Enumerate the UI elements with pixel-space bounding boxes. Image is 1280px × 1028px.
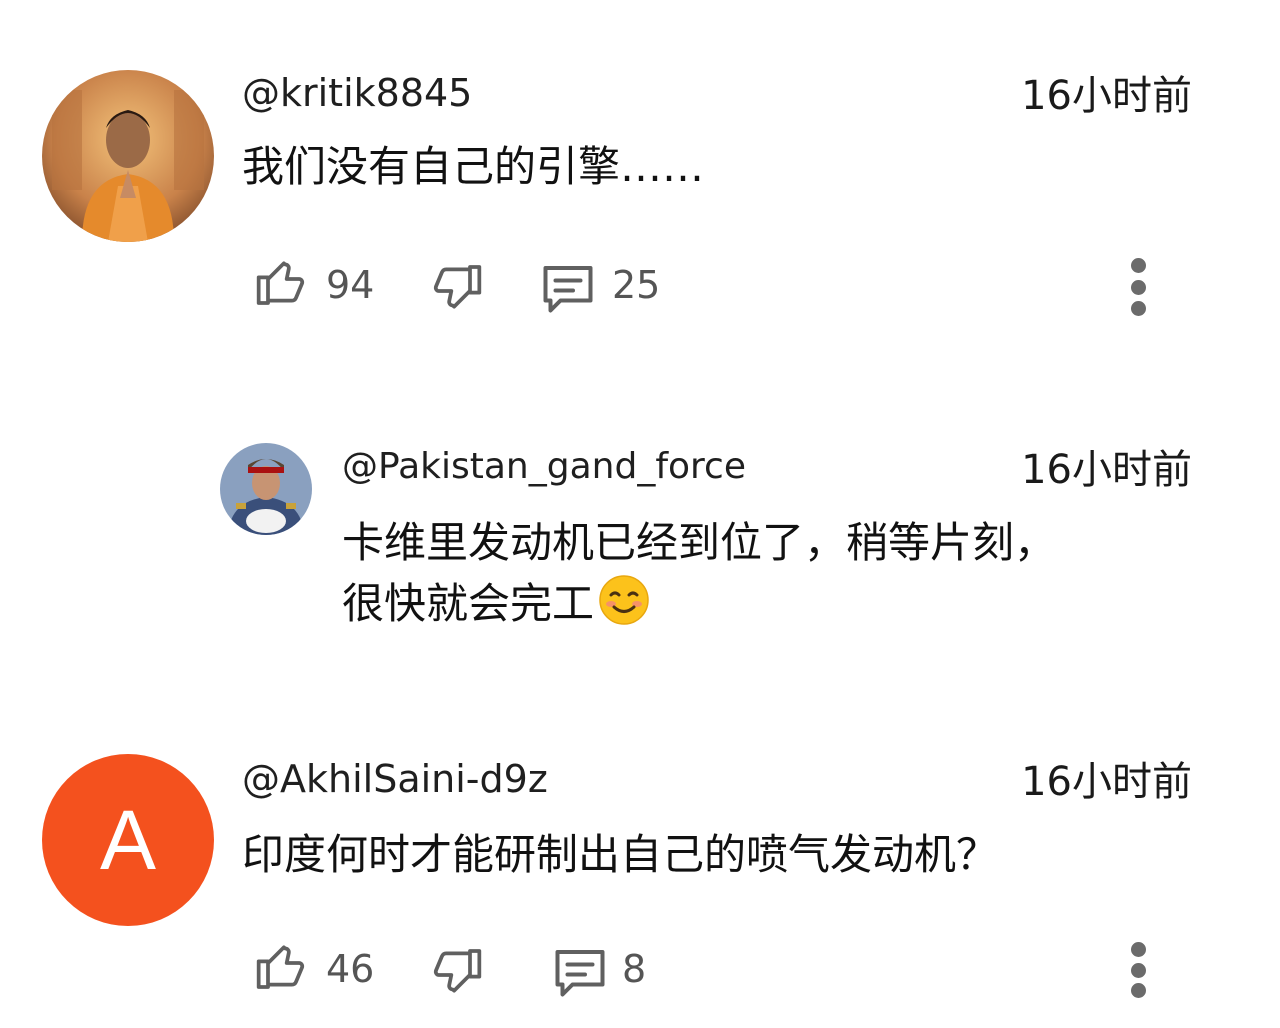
- comment-timestamp: 16小时前: [1021, 759, 1192, 805]
- thumbs-down-icon: [433, 265, 482, 309]
- comment-text: 印度何时才能研制出自己的喷气发动机？: [242, 830, 999, 879]
- like-count: 46: [326, 947, 375, 991]
- avatar[interactable]: [220, 443, 312, 535]
- dislike-button[interactable]: [428, 260, 484, 316]
- more-dot-icon: [1130, 942, 1146, 957]
- comment-text: 我们没有自己的引擎……: [242, 142, 705, 191]
- thumbs-up-icon: [256, 945, 305, 989]
- comment-author[interactable]: @kritik8845: [242, 70, 472, 116]
- reply-button[interactable]: [538, 258, 598, 318]
- comment-timestamp: 16小时前: [1021, 447, 1192, 493]
- comment-icon: [543, 266, 593, 313]
- avatar[interactable]: [42, 70, 214, 242]
- more-dot-icon: [1130, 983, 1146, 998]
- comment-text: 很快就会完工: [342, 574, 650, 633]
- more-options-button[interactable]: [1128, 258, 1148, 316]
- comment-timestamp: 16小时前: [1021, 73, 1192, 119]
- more-dot-icon: [1130, 279, 1146, 295]
- smiling-face-emoji-icon: [599, 575, 649, 625]
- comment-icon: [555, 950, 605, 997]
- avatar-letter: A: [99, 793, 157, 887]
- comment-author[interactable]: @Pakistan_gand_force: [342, 444, 746, 490]
- dislike-button[interactable]: [428, 944, 484, 1000]
- reply-count: 8: [622, 947, 647, 991]
- like-button[interactable]: [254, 254, 310, 310]
- avatar[interactable]: A: [42, 754, 214, 926]
- person-praying-avatar-icon: [42, 70, 214, 242]
- comment-text: 卡维里发动机已经到位了，稍等片刻，: [342, 518, 1057, 567]
- more-options-button[interactable]: [1128, 942, 1148, 998]
- thumbs-down-icon: [433, 949, 482, 993]
- like-button[interactable]: [254, 938, 310, 994]
- thumbs-up-icon: [256, 261, 305, 305]
- officer-avatar-icon: [220, 443, 312, 535]
- reply-count: 25: [612, 263, 661, 307]
- comment-author[interactable]: @AkhilSaini-d9z: [242, 756, 548, 802]
- more-dot-icon: [1130, 258, 1146, 273]
- comment-text-line: 很快就会完工: [342, 579, 595, 628]
- like-count: 94: [326, 263, 375, 307]
- reply-button[interactable]: [550, 942, 610, 1002]
- more-dot-icon: [1130, 301, 1146, 316]
- more-dot-icon: [1130, 962, 1146, 978]
